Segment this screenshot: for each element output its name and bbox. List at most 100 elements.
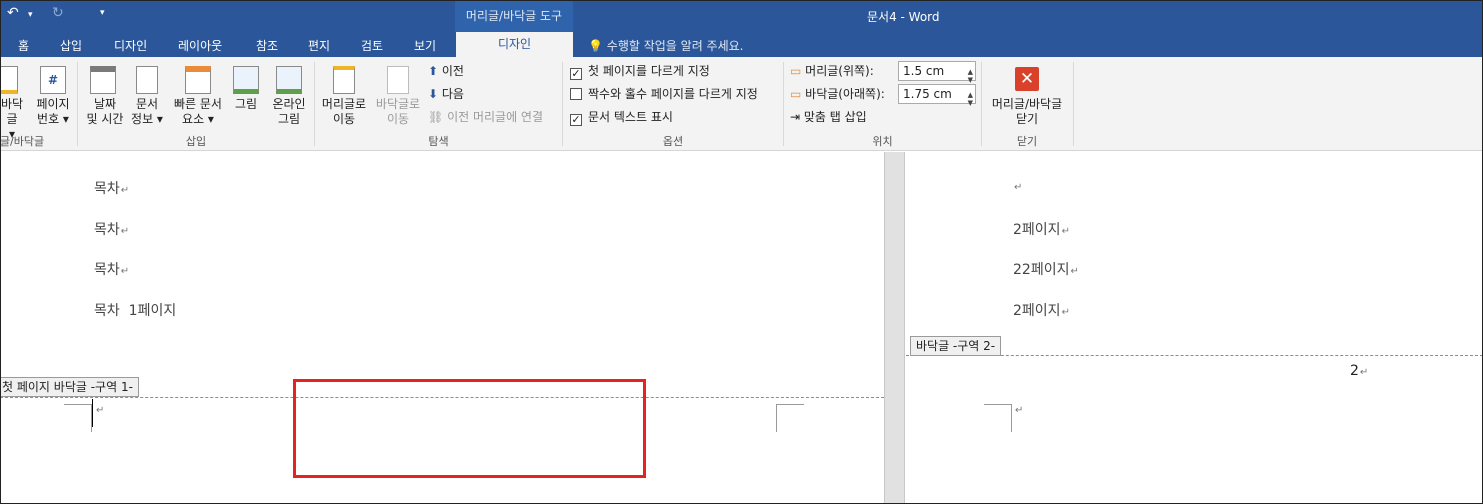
tab-review[interactable]: 검토 [361,37,383,54]
paragraph-mark: ↵ [1014,182,1023,193]
group-separator [1073,62,1074,146]
next-button[interactable]: ⬇ 다음 [428,84,464,104]
calendar-clock-icon [90,66,116,94]
text-cursor [92,399,93,427]
page-number-label-2: 번호 ▾ [37,112,69,126]
show-document-text-checkbox[interactable]: ✓ 문서 텍스트 표시 [570,107,673,127]
tab-view[interactable]: 보기 [414,37,436,54]
link-to-previous-button: ⛓ 이전 머리글에 연결 [428,107,543,127]
undo-dropdown-icon[interactable]: ▾ [28,10,33,20]
different-odd-even-checkbox[interactable]: 짝수와 홀수 페이지를 다르게 지정 [570,84,758,104]
tell-me-search[interactable]: 💡 수행할 작업을 알려 주세요. [588,37,743,54]
date-time-label: 날짜 [93,97,117,111]
left-page-line[interactable]: 목차 1페이지 [94,300,176,320]
group-label-position: 위치 [872,135,893,148]
left-page-line[interactable]: 목차↵ [94,219,129,239]
margin-corner-mark [984,404,1012,432]
page-number-button[interactable]: 페이지 번호 ▾ [30,97,76,127]
spin-down-icon[interactable]: ▼ [968,94,973,112]
header-position-icon: ▭ [790,64,802,78]
goto-header-label-2: 이동 [332,112,356,126]
goto-header-icon [333,66,355,94]
page-number-label: 페이지 [36,97,70,111]
right-page-line[interactable]: 22페이지↵ [1013,259,1079,279]
different-first-page-checkbox[interactable]: ✓ 첫 페이지를 다르게 지정 [570,61,710,81]
tab-mailings[interactable]: 편지 [308,37,330,54]
different-odd-even-label: 짝수와 홀수 페이지를 다르게 지정 [588,87,758,101]
document-info-button[interactable]: 문서 정보 ▾ [128,97,166,127]
different-first-page-label: 첫 페이지를 다르게 지정 [588,64,710,78]
tab-design[interactable]: 디자인 [114,37,147,54]
page-number-text: 2 [1350,363,1359,379]
quick-parts-label-2: 요소 ▾ [182,112,214,126]
goto-footer-button: 바닥글로 이동 [372,97,424,127]
highlight-box [293,379,646,478]
line-text: 목차 [94,222,120,238]
tab-references[interactable]: 참조 [256,37,278,54]
customize-qat-icon[interactable]: ▾ [100,8,105,18]
group-label-options: 옵션 [662,135,684,148]
paragraph-mark: ↵ [1359,367,1369,378]
footer-tag-section-2: 바닥글 -구역 2- [910,336,1002,356]
paragraph-mark: ↵ [120,266,130,277]
goto-header-button[interactable]: 머리글로 이동 [318,97,370,127]
document-area[interactable] [0,152,1483,504]
date-time-button[interactable]: 날짜 및 시간 [82,97,128,127]
line-text: 목차 [94,181,120,197]
previous-button[interactable]: ⬆ 이전 [428,61,464,81]
tell-me-text: 수행할 작업을 알려 주세요. [606,39,744,53]
alignment-tab-icon: ⇥ [790,110,801,124]
tab-home[interactable]: 홈 [18,37,29,54]
right-page-line[interactable]: ↵ [1013,178,1022,194]
online-pictures-button[interactable]: 온라인 그림 [268,97,310,127]
undo-icon[interactable]: ↶ [7,5,19,21]
pictures-button[interactable]: 그림 [229,97,263,112]
footer-icon [0,66,18,94]
close-icon: ✕ [1015,67,1039,91]
group-separator [77,62,78,146]
paragraph-mark: ↵ [1070,266,1079,277]
footer-page-number[interactable]: 2↵ [1350,363,1368,379]
goto-footer-label-2: 이동 [386,112,410,126]
checkbox-unchecked-icon [570,88,582,100]
header-from-top-input[interactable]: 1.5 cm ▲ ▼ [898,61,976,84]
group-label-header-footer: 글/바닥글 [0,135,45,148]
paragraph-mark: ↵ [1061,307,1070,318]
tab-layout[interactable]: 레이아웃 [178,37,222,54]
link-to-previous-label: 이전 머리글에 연결 [447,110,544,124]
left-page-line[interactable]: 목차↵ [94,178,129,198]
line-text: 목차 [94,262,120,278]
group-separator [562,62,563,146]
left-page-line[interactable]: 목차↵ [94,259,129,279]
group-separator [783,62,784,146]
line-text: 2페이지 [1013,303,1061,319]
document-info-label-2: 정보 ▾ [131,112,163,126]
quick-parts-icon [185,66,211,94]
right-page-line[interactable]: 2페이지↵ [1013,219,1070,239]
next-label: 다음 [441,87,464,101]
header-from-top-text: 머리글(위쪽): [805,64,874,78]
paragraph-mark: ↵ [1061,226,1070,237]
group-separator [314,62,315,146]
tab-insert[interactable]: 삽입 [60,37,82,54]
window-title: 문서4 - Word [867,10,940,24]
header-from-top-value: 1.5 cm [903,64,945,78]
close-header-footer-button[interactable]: 머리글/바닥글 닫기 [982,97,1072,127]
title-bar [0,0,1483,32]
footer-from-bottom-text: 바닥글(아래쪽): [805,87,885,101]
context-group-header-footer-tools: 머리글/바닥글 도구 [455,0,573,32]
line-text: 22페이지 [1013,262,1070,278]
footer-from-bottom-input[interactable]: 1.75 cm ▲ ▼ [898,84,976,107]
tab-header-footer-design[interactable]: 디자인 [456,32,573,57]
quick-parts-button[interactable]: 빠른 문서 요소 ▾ [170,97,226,127]
right-page-line[interactable]: 2페이지↵ [1013,300,1070,320]
margin-corner-mark [776,404,804,432]
page-number-icon: # [40,66,66,94]
footer-tag-section-1: 첫 페이지 바닥글 -구역 1- [0,377,139,397]
header-from-top-label: ▭ 머리글(위쪽): [790,61,874,81]
quick-parts-label: 빠른 문서 [174,97,222,111]
checkbox-checked-icon: ✓ [570,67,582,80]
footer-from-bottom-label: ▭ 바닥글(아래쪽): [790,84,885,104]
insert-alignment-tab-button[interactable]: ⇥ 맞춤 탭 삽입 [790,107,867,127]
goto-footer-icon [387,66,409,94]
